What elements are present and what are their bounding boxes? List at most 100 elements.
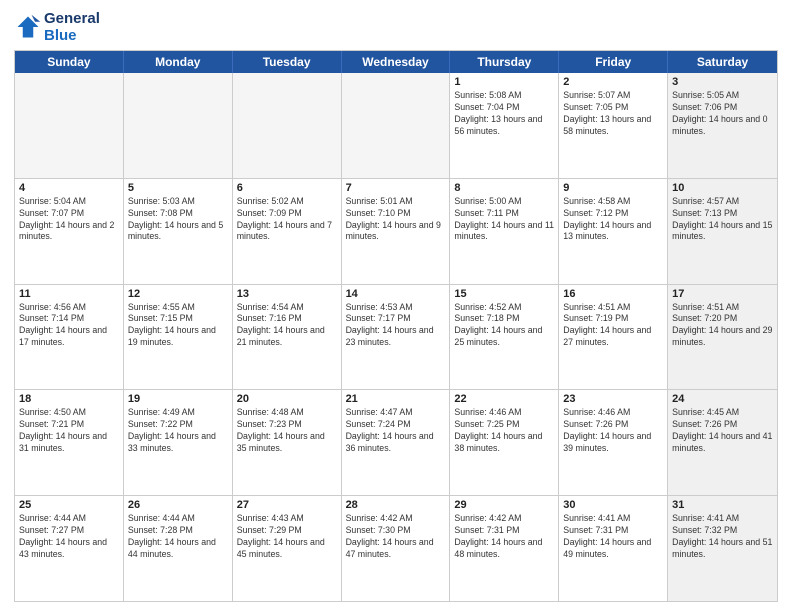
calendar-cell-day-22: 22 Sunrise: 4:46 AM Sunset: 7:25 PM Dayli…: [450, 390, 559, 495]
cell-info: Sunrise: 4:55 AM Sunset: 7:15 PM Dayligh…: [128, 302, 228, 350]
day-number: 13: [237, 288, 337, 300]
cell-info: Sunrise: 4:58 AM Sunset: 7:12 PM Dayligh…: [563, 196, 663, 244]
cell-info: Sunrise: 4:50 AM Sunset: 7:21 PM Dayligh…: [19, 407, 119, 455]
calendar: SundayMondayTuesdayWednesdayThursdayFrid…: [14, 50, 778, 602]
calendar-cell-day-20: 20 Sunrise: 4:48 AM Sunset: 7:23 PM Dayli…: [233, 390, 342, 495]
calendar-cell-day-30: 30 Sunrise: 4:41 AM Sunset: 7:31 PM Dayli…: [559, 496, 668, 601]
day-number: 6: [237, 182, 337, 194]
logo-text: General Blue: [44, 10, 100, 44]
cell-info: Sunrise: 4:41 AM Sunset: 7:31 PM Dayligh…: [563, 513, 663, 561]
cell-info: Sunrise: 5:02 AM Sunset: 7:09 PM Dayligh…: [237, 196, 337, 244]
calendar-header: SundayMondayTuesdayWednesdayThursdayFrid…: [15, 51, 777, 73]
calendar-cell-day-16: 16 Sunrise: 4:51 AM Sunset: 7:19 PM Dayli…: [559, 285, 668, 390]
cell-info: Sunrise: 4:49 AM Sunset: 7:22 PM Dayligh…: [128, 407, 228, 455]
cell-info: Sunrise: 4:44 AM Sunset: 7:28 PM Dayligh…: [128, 513, 228, 561]
day-number: 7: [346, 182, 446, 194]
calendar-cell-day-18: 18Sunrise: 4:50 AM Sunset: 7:21 PM Dayli…: [15, 390, 124, 495]
day-number: 17: [672, 288, 773, 300]
weekday-header-saturday: Saturday: [668, 51, 777, 73]
day-number: 4: [19, 182, 119, 194]
calendar-row-0: 1Sunrise: 5:08 AM Sunset: 7:04 PM Daylig…: [15, 73, 777, 178]
calendar-cell-day-28: 28 Sunrise: 4:42 AM Sunset: 7:30 PM Dayli…: [342, 496, 451, 601]
day-number: 11: [19, 288, 119, 300]
calendar-cell-day-25: 25 Sunrise: 4:44 AM Sunset: 7:27 PM Dayli…: [15, 496, 124, 601]
calendar-row-1: 4 Sunrise: 5:04 AM Sunset: 7:07 PM Daylig…: [15, 178, 777, 284]
cell-info: Sunrise: 5:04 AM Sunset: 7:07 PM Dayligh…: [19, 196, 119, 244]
cell-info: Sunrise: 4:51 AM Sunset: 7:20 PM Dayligh…: [672, 302, 773, 350]
cell-info: Sunrise: 4:44 AM Sunset: 7:27 PM Dayligh…: [19, 513, 119, 561]
day-number: 19: [128, 393, 228, 405]
calendar-cell-day-2: 2 Sunrise: 5:07 AM Sunset: 7:05 PM Daylig…: [559, 73, 668, 178]
calendar-cell-day-19: 19 Sunrise: 4:49 AM Sunset: 7:22 PM Dayli…: [124, 390, 233, 495]
day-number: 5: [128, 182, 228, 194]
calendar-cell-day-1: 1Sunrise: 5:08 AM Sunset: 7:04 PM Daylig…: [450, 73, 559, 178]
cell-info: Sunrise: 5:05 AM Sunset: 7:06 PM Dayligh…: [672, 90, 773, 138]
day-number: 30: [563, 499, 663, 511]
cell-info: Sunrise: 4:51 AM Sunset: 7:19 PM Dayligh…: [563, 302, 663, 350]
cell-info: Sunrise: 4:42 AM Sunset: 7:30 PM Dayligh…: [346, 513, 446, 561]
calendar-row-3: 18Sunrise: 4:50 AM Sunset: 7:21 PM Dayli…: [15, 389, 777, 495]
day-number: 26: [128, 499, 228, 511]
cell-info: Sunrise: 4:45 AM Sunset: 7:26 PM Dayligh…: [672, 407, 773, 455]
cell-info: Sunrise: 4:54 AM Sunset: 7:16 PM Dayligh…: [237, 302, 337, 350]
cell-info: Sunrise: 4:48 AM Sunset: 7:23 PM Dayligh…: [237, 407, 337, 455]
weekday-header-friday: Friday: [559, 51, 668, 73]
page: General Blue SundayMondayTuesdayWednesda…: [0, 0, 792, 612]
cell-info: Sunrise: 5:01 AM Sunset: 7:10 PM Dayligh…: [346, 196, 446, 244]
calendar-cell-empty-0-2: [233, 73, 342, 178]
calendar-cell-empty-0-3: [342, 73, 451, 178]
day-number: 10: [672, 182, 773, 194]
calendar-cell-day-4: 4 Sunrise: 5:04 AM Sunset: 7:07 PM Daylig…: [15, 179, 124, 284]
calendar-cell-day-23: 23Sunrise: 4:46 AM Sunset: 7:26 PM Dayli…: [559, 390, 668, 495]
day-number: 22: [454, 393, 554, 405]
cell-info: Sunrise: 4:41 AM Sunset: 7:32 PM Dayligh…: [672, 513, 773, 561]
cell-info: Sunrise: 4:46 AM Sunset: 7:25 PM Dayligh…: [454, 407, 554, 455]
cell-info: Sunrise: 4:57 AM Sunset: 7:13 PM Dayligh…: [672, 196, 773, 244]
cell-info: Sunrise: 4:52 AM Sunset: 7:18 PM Dayligh…: [454, 302, 554, 350]
cell-info: Sunrise: 4:43 AM Sunset: 7:29 PM Dayligh…: [237, 513, 337, 561]
cell-info: Sunrise: 5:07 AM Sunset: 7:05 PM Dayligh…: [563, 90, 663, 138]
calendar-cell-day-24: 24Sunrise: 4:45 AM Sunset: 7:26 PM Dayli…: [668, 390, 777, 495]
weekday-header-monday: Monday: [124, 51, 233, 73]
calendar-cell-empty-0-1: [124, 73, 233, 178]
cell-info: Sunrise: 4:42 AM Sunset: 7:31 PM Dayligh…: [454, 513, 554, 561]
calendar-cell-day-12: 12 Sunrise: 4:55 AM Sunset: 7:15 PM Dayli…: [124, 285, 233, 390]
calendar-cell-day-6: 6 Sunrise: 5:02 AM Sunset: 7:09 PM Daylig…: [233, 179, 342, 284]
day-number: 20: [237, 393, 337, 405]
day-number: 8: [454, 182, 554, 194]
cell-info: Sunrise: 4:56 AM Sunset: 7:14 PM Dayligh…: [19, 302, 119, 350]
day-number: 25: [19, 499, 119, 511]
calendar-body: 1Sunrise: 5:08 AM Sunset: 7:04 PM Daylig…: [15, 73, 777, 601]
day-number: 2: [563, 76, 663, 88]
day-number: 27: [237, 499, 337, 511]
day-number: 12: [128, 288, 228, 300]
calendar-cell-day-11: 11 Sunrise: 4:56 AM Sunset: 7:14 PM Dayli…: [15, 285, 124, 390]
calendar-cell-day-5: 5 Sunrise: 5:03 AM Sunset: 7:08 PM Daylig…: [124, 179, 233, 284]
calendar-cell-day-27: 27 Sunrise: 4:43 AM Sunset: 7:29 PM Dayli…: [233, 496, 342, 601]
logo-area: General Blue: [14, 10, 100, 44]
day-number: 16: [563, 288, 663, 300]
day-number: 9: [563, 182, 663, 194]
calendar-cell-day-8: 8 Sunrise: 5:00 AM Sunset: 7:11 PM Daylig…: [450, 179, 559, 284]
cell-info: Sunrise: 4:47 AM Sunset: 7:24 PM Dayligh…: [346, 407, 446, 455]
calendar-cell-day-29: 29Sunrise: 4:42 AM Sunset: 7:31 PM Dayli…: [450, 496, 559, 601]
calendar-cell-day-10: 10 Sunrise: 4:57 AM Sunset: 7:13 PM Dayli…: [668, 179, 777, 284]
cell-info: Sunrise: 5:03 AM Sunset: 7:08 PM Dayligh…: [128, 196, 228, 244]
calendar-cell-day-15: 15 Sunrise: 4:52 AM Sunset: 7:18 PM Dayli…: [450, 285, 559, 390]
logo-icon: [14, 13, 42, 41]
weekday-header-sunday: Sunday: [15, 51, 124, 73]
day-number: 15: [454, 288, 554, 300]
calendar-cell-day-7: 7 Sunrise: 5:01 AM Sunset: 7:10 PM Daylig…: [342, 179, 451, 284]
day-number: 28: [346, 499, 446, 511]
calendar-row-4: 25 Sunrise: 4:44 AM Sunset: 7:27 PM Dayli…: [15, 495, 777, 601]
header: General Blue: [14, 10, 778, 44]
day-number: 31: [672, 499, 773, 511]
day-number: 14: [346, 288, 446, 300]
calendar-cell-day-3: 3 Sunrise: 5:05 AM Sunset: 7:06 PM Daylig…: [668, 73, 777, 178]
cell-info: Sunrise: 5:08 AM Sunset: 7:04 PM Dayligh…: [454, 90, 554, 138]
calendar-cell-day-14: 14Sunrise: 4:53 AM Sunset: 7:17 PM Dayli…: [342, 285, 451, 390]
cell-info: Sunrise: 4:46 AM Sunset: 7:26 PM Dayligh…: [563, 407, 663, 455]
calendar-cell-day-13: 13 Sunrise: 4:54 AM Sunset: 7:16 PM Dayli…: [233, 285, 342, 390]
cell-info: Sunrise: 5:00 AM Sunset: 7:11 PM Dayligh…: [454, 196, 554, 244]
day-number: 3: [672, 76, 773, 88]
